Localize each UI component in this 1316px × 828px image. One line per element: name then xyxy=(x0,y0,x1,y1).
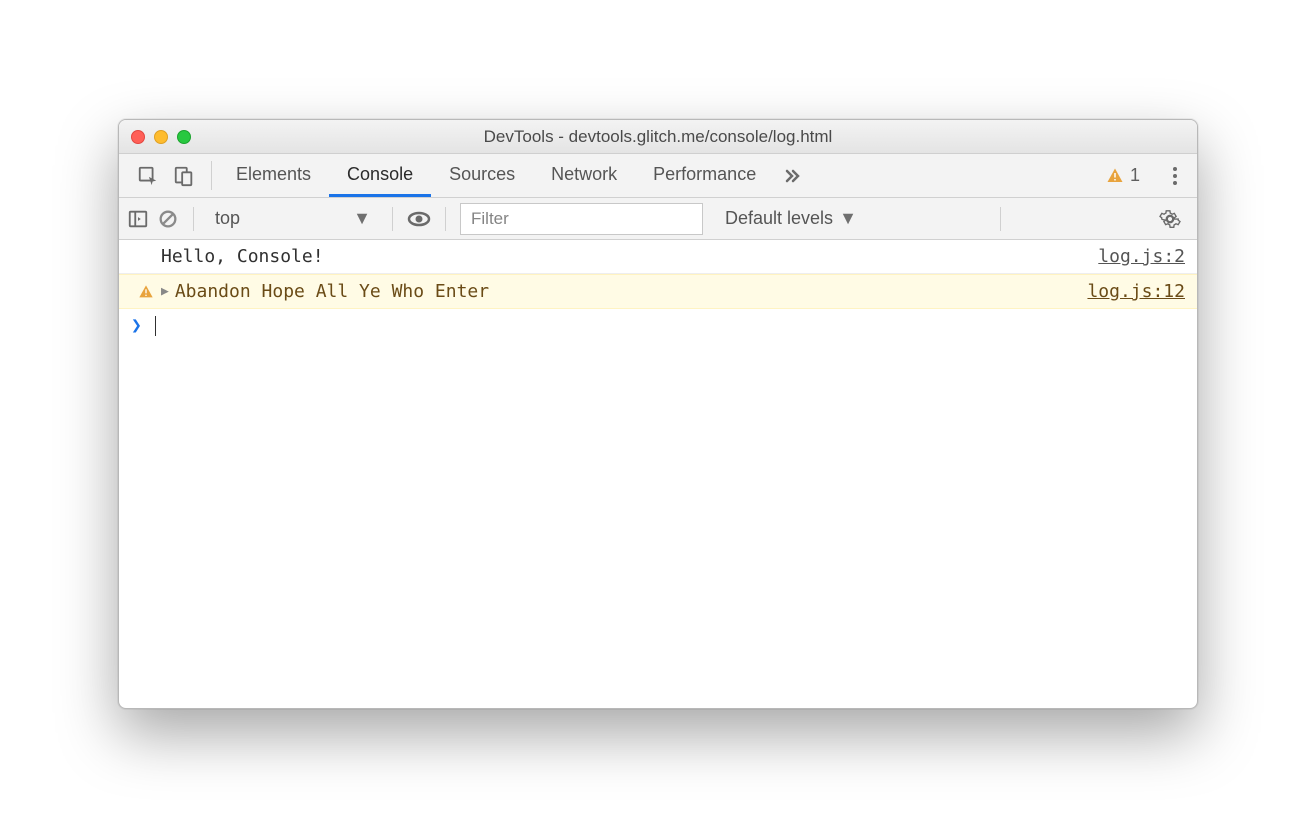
tab-label: Console xyxy=(347,164,413,185)
tab-network[interactable]: Network xyxy=(533,154,635,197)
close-window-button[interactable] xyxy=(131,130,145,144)
log-row: Hello, Console! log.js:2 xyxy=(119,240,1197,274)
toggle-sidebar-icon[interactable] xyxy=(127,208,149,230)
console-prompt[interactable]: ❯ xyxy=(119,309,1197,342)
log-message: Abandon Hope All Ye Who Enter xyxy=(175,281,1088,302)
levels-label: Default levels xyxy=(725,208,833,229)
log-source-link[interactable]: log.js:12 xyxy=(1087,281,1185,302)
context-selector[interactable]: top ▼ xyxy=(208,205,378,232)
console-toolbar: top ▼ Default levels ▼ xyxy=(119,198,1197,240)
tab-sources[interactable]: Sources xyxy=(431,154,533,197)
tab-label: Sources xyxy=(449,164,515,185)
log-message: Hello, Console! xyxy=(161,246,1098,267)
device-toolbar-icon[interactable] xyxy=(173,165,195,187)
live-expression-icon[interactable] xyxy=(407,207,431,231)
minimize-window-button[interactable] xyxy=(154,130,168,144)
titlebar: DevTools - devtools.glitch.me/console/lo… xyxy=(119,120,1197,154)
tab-elements[interactable]: Elements xyxy=(218,154,329,197)
expand-caret-icon[interactable]: ▶ xyxy=(161,284,169,299)
log-source-link[interactable]: log.js:2 xyxy=(1098,246,1185,267)
chevron-down-icon: ▼ xyxy=(353,208,371,229)
window-title: DevTools - devtools.glitch.me/console/lo… xyxy=(119,127,1197,147)
tab-label: Elements xyxy=(236,164,311,185)
clear-console-icon[interactable] xyxy=(157,208,179,230)
warning-row: ▶ Abandon Hope All Ye Who Enter log.js:1… xyxy=(119,274,1197,309)
console-output: Hello, Console! log.js:2 ▶ Abandon Hope … xyxy=(119,240,1197,708)
tab-performance[interactable]: Performance xyxy=(635,154,774,197)
settings-menu-button[interactable] xyxy=(1169,167,1181,185)
devtools-window: DevTools - devtools.glitch.me/console/lo… xyxy=(118,119,1198,709)
chevron-down-icon: ▼ xyxy=(839,208,857,229)
warning-count-text: 1 xyxy=(1130,165,1140,186)
warning-icon xyxy=(131,284,161,300)
window-controls xyxy=(131,130,191,144)
more-tabs-button[interactable] xyxy=(774,154,810,197)
console-settings-icon[interactable] xyxy=(1151,208,1189,230)
warning-count-badge[interactable]: 1 xyxy=(1106,165,1140,186)
prompt-chevron-icon: ❯ xyxy=(131,315,151,336)
tabstrip: Elements Console Sources Network Perform… xyxy=(119,154,1197,198)
context-label: top xyxy=(215,208,240,229)
tab-label: Network xyxy=(551,164,617,185)
text-cursor xyxy=(155,316,156,336)
tab-label: Performance xyxy=(653,164,756,185)
filter-input[interactable] xyxy=(460,203,703,235)
log-levels-selector[interactable]: Default levels ▼ xyxy=(725,208,857,229)
inspect-element-icon[interactable] xyxy=(137,165,159,187)
zoom-window-button[interactable] xyxy=(177,130,191,144)
tab-console[interactable]: Console xyxy=(329,154,431,197)
